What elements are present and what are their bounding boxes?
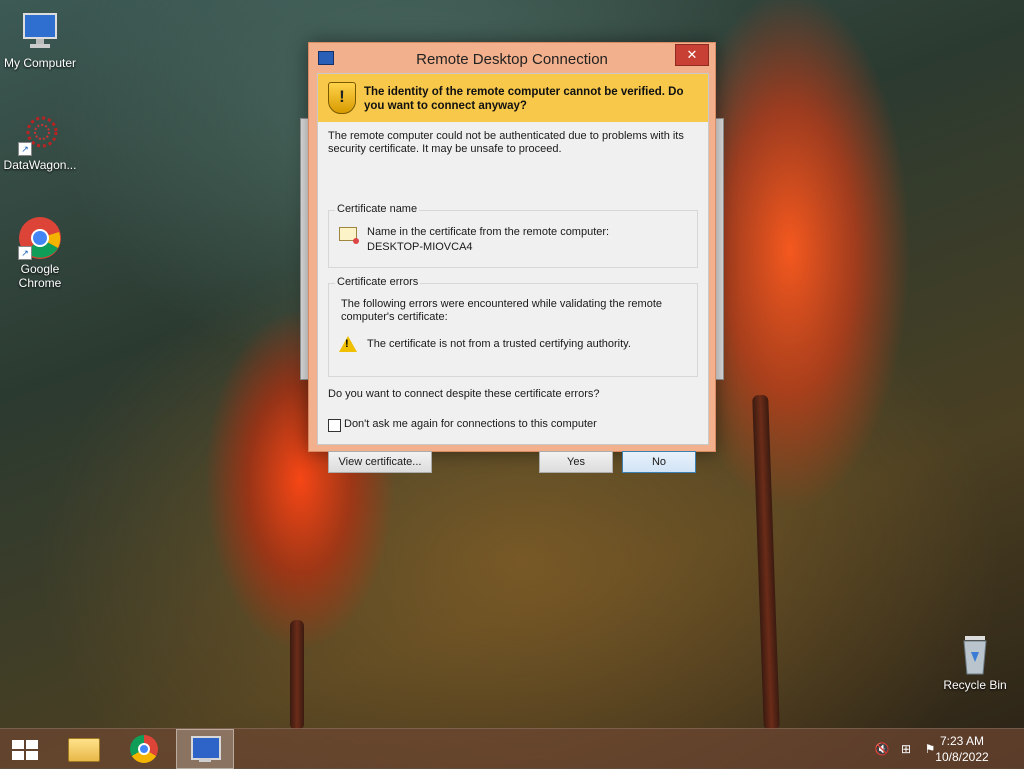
cert-name-line1: Name in the certificate from the remote … <box>367 226 610 238</box>
warning-banner: ! The identity of the remote computer ca… <box>318 74 708 122</box>
desktop-icon-label: Google Chrome <box>18 262 62 290</box>
chrome-icon: ↗ <box>18 216 62 260</box>
shortcut-arrow-icon: ↗ <box>18 246 32 260</box>
view-certificate-button[interactable]: View certificate... <box>328 451 432 473</box>
shield-warning-icon: ! <box>328 82 356 114</box>
desktop-icon-datawagon[interactable]: ↗ DataWagon... <box>0 112 80 172</box>
desktop-icon-label: My Computer <box>3 56 77 70</box>
taskbar: 🔇 ⊞ ⚑ 7:23 AM 10/8/2022 <box>0 728 1024 769</box>
group-label: Certificate errors <box>335 276 421 288</box>
dont-ask-label[interactable]: Don't ask me again for connections to th… <box>344 418 597 430</box>
desktop-icon-recycle-bin[interactable]: Recycle Bin <box>935 632 1015 692</box>
dialog-title: Remote Desktop Connection <box>416 51 608 68</box>
yes-button[interactable]: Yes <box>539 451 613 473</box>
chrome-icon <box>130 735 158 763</box>
taskbar-chrome[interactable] <box>116 729 170 769</box>
dont-ask-checkbox[interactable] <box>328 419 341 432</box>
clock-time: 7:23 AM <box>939 734 985 748</box>
desktop-icon-my-computer[interactable]: My Computer <box>0 10 80 70</box>
cert-name-line2: DESKTOP-MIOVCA4 <box>367 241 473 253</box>
question-text: Do you want to connect despite these cer… <box>328 388 600 400</box>
system-clock[interactable]: 7:23 AM 10/8/2022 <box>922 733 1002 765</box>
taskbar-file-explorer[interactable] <box>56 729 110 769</box>
start-button[interactable] <box>0 729 54 769</box>
desktop-icon-label: DataWagon... <box>3 158 77 172</box>
certificate-errors-group: Certificate errors The following errors … <box>328 276 698 377</box>
banner-text: The identity of the remote computer cann… <box>364 86 684 112</box>
clock-date: 10/8/2022 <box>935 750 989 764</box>
recycle-bin-icon <box>953 632 997 676</box>
wallpaper-stem <box>290 620 304 730</box>
warning-icon: ! <box>339 336 357 352</box>
intro-text: The remote computer could not be authent… <box>328 130 684 155</box>
dialog-titlebar[interactable]: Remote Desktop Connection ✕ <box>309 43 715 73</box>
folder-icon <box>68 738 100 762</box>
remote-desktop-dialog: Remote Desktop Connection ✕ ! The identi… <box>308 42 716 473</box>
group-label: Certificate name <box>335 203 420 215</box>
desktop-icon-label: Recycle Bin <box>943 678 1007 692</box>
wallpaper-stem <box>752 394 780 731</box>
datawagon-icon: ↗ <box>18 112 62 156</box>
shortcut-arrow-icon: ↗ <box>18 142 32 156</box>
network-icon[interactable]: ⊞ <box>898 741 914 757</box>
close-button[interactable]: ✕ <box>675 44 709 66</box>
certificate-name-group: Certificate name Name in the certificate… <box>328 203 698 268</box>
taskbar-remote-desktop[interactable] <box>176 729 234 769</box>
computer-icon <box>18 10 62 54</box>
remote-desktop-icon <box>191 736 221 760</box>
error-item: The certificate is not from a trusted ce… <box>367 338 631 350</box>
volume-muted-icon[interactable]: 🔇 <box>874 741 890 757</box>
errors-description: The following errors were encountered wh… <box>341 298 663 323</box>
certificate-name-text: Name in the certificate from the remote … <box>367 225 687 255</box>
no-button[interactable]: No <box>622 451 696 473</box>
dialog-body: ! The identity of the remote computer ca… <box>317 73 709 473</box>
desktop-icon-google-chrome[interactable]: ↗ Google Chrome <box>0 216 80 290</box>
windows-logo-icon <box>12 740 38 760</box>
monitor-stand <box>199 758 211 762</box>
certificate-icon <box>339 227 359 244</box>
